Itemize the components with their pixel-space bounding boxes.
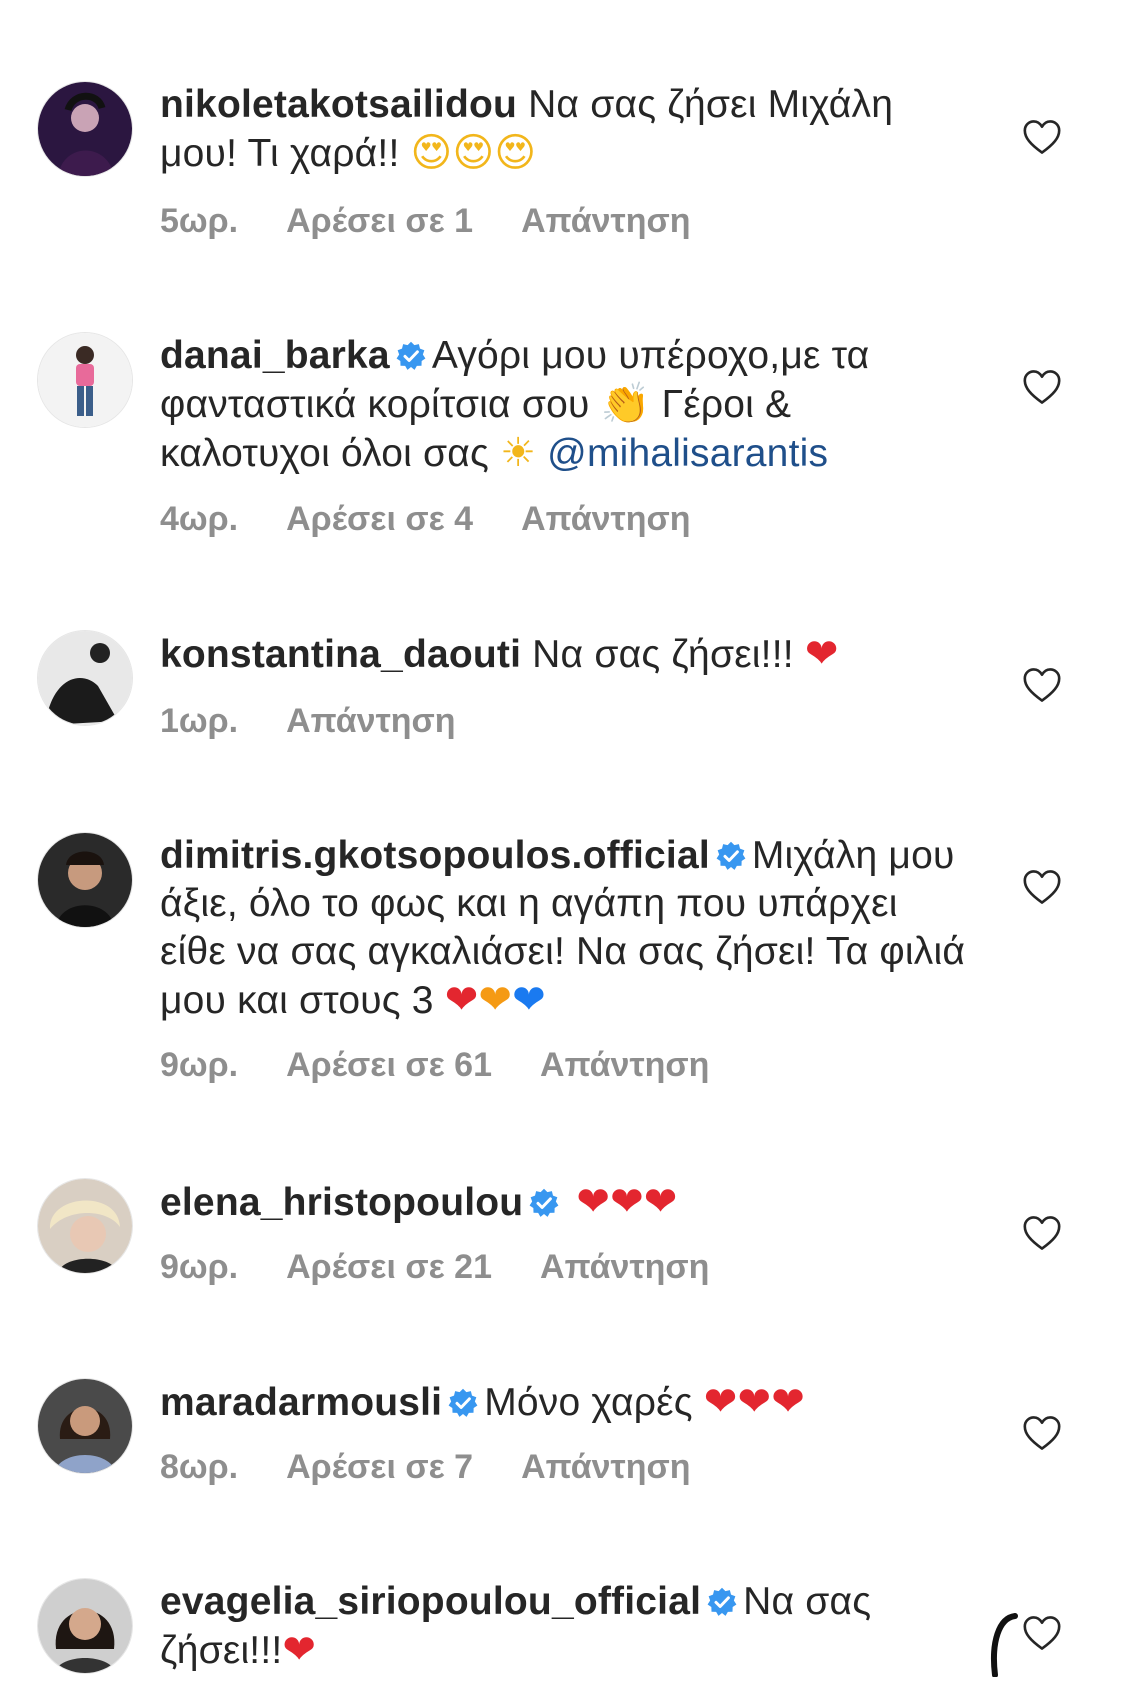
like-heart-icon[interactable]	[1022, 1415, 1062, 1451]
avatar[interactable]	[37, 81, 133, 177]
timestamp: 9ωρ.	[160, 1248, 239, 1286]
avatar[interactable]	[37, 1378, 133, 1474]
like-heart-icon[interactable]	[1022, 1615, 1062, 1651]
username-link[interactable]: nikoletakotsailidou	[160, 83, 517, 126]
verified-badge-icon	[448, 1388, 478, 1418]
timestamp: 5ωρ.	[160, 202, 239, 240]
username-link[interactable]: danai_barka	[160, 334, 390, 377]
likes-count-link[interactable]: Αρέσει σε 7	[286, 1448, 473, 1486]
verified-badge-icon	[529, 1188, 559, 1218]
username-link[interactable]: maradarmousli	[160, 1381, 442, 1424]
username-link[interactable]: konstantina_daouti	[160, 633, 521, 676]
reply-button[interactable]: Απάντηση	[521, 202, 690, 240]
comment-body: Να σας ζήσει!!!	[521, 633, 805, 676]
avatar[interactable]	[37, 832, 133, 928]
red-heart-emoji: ❤	[444, 977, 479, 1023]
avatar[interactable]	[37, 630, 133, 726]
mention-link[interactable]: @mihalisarantis	[536, 432, 828, 475]
avatar[interactable]	[37, 1578, 133, 1674]
likes-count-link[interactable]: Αρέσει σε 61	[286, 1046, 492, 1084]
verified-badge-icon	[716, 841, 746, 871]
likes-count-link[interactable]: Αρέσει σε 1	[286, 202, 473, 240]
comment-meta: 4ωρ. Αρέσει σε 4 Απάντηση	[160, 500, 739, 539]
timestamp: 1ωρ.	[160, 702, 239, 740]
red-heart-emoji: ❤	[282, 1627, 317, 1673]
blue-heart-emoji: ❤	[512, 977, 546, 1023]
username-link[interactable]: evagelia_siriopoulou_official	[160, 1580, 701, 1623]
reply-button[interactable]: Απάντηση	[521, 500, 690, 538]
comment-text: elena_hristopoulou ❤❤❤	[160, 1178, 970, 1227]
pen-scribble-mark	[985, 1612, 1025, 1678]
comment-meta: 9ωρ. Αρέσει σε 21 Απάντηση	[160, 1248, 757, 1287]
avatar[interactable]	[37, 1178, 133, 1274]
clapping-emoji: 👏	[600, 381, 651, 427]
red-heart-emoji: ❤❤❤	[576, 1179, 678, 1225]
reply-button[interactable]: Απάντηση	[540, 1248, 709, 1286]
comment-meta: 9ωρ. Αρέσει σε 61 Απάντηση	[160, 1046, 757, 1085]
timestamp: 4ωρ.	[160, 500, 239, 538]
avatar[interactable]	[37, 332, 133, 428]
heart-eyes-emoji: 😍😍😍	[410, 130, 537, 176]
comment-text: danai_barka Αγόρι μου υπέροχο,με τα φαντα…	[160, 332, 970, 478]
comment-meta: 5ωρ. Αρέσει σε 1 Απάντηση	[160, 202, 739, 241]
verified-badge-icon	[396, 341, 426, 371]
username-link[interactable]: dimitris.gkotsopoulos.official	[160, 834, 710, 877]
comment-body: Μόνο χαρές	[484, 1381, 704, 1424]
comment-text: maradarmousli Μόνο χαρές ❤❤❤	[160, 1378, 970, 1427]
comment-meta: 8ωρ. Αρέσει σε 7 Απάντηση	[160, 1448, 739, 1487]
comment-text: nikoletakotsailidou Να σας ζήσει Μιχάλη …	[160, 81, 970, 178]
like-heart-icon[interactable]	[1022, 369, 1062, 405]
reply-button[interactable]: Απάντηση	[540, 1046, 709, 1084]
likes-count-link[interactable]: Αρέσει σε 4	[286, 500, 473, 538]
timestamp: 8ωρ.	[160, 1448, 239, 1486]
red-heart-emoji: ❤❤❤	[703, 1379, 805, 1425]
red-heart-emoji: ❤	[804, 631, 839, 677]
sun-emoji: ☀	[500, 430, 537, 476]
username-link[interactable]: elena_hristopoulou	[160, 1181, 523, 1224]
like-heart-icon[interactable]	[1022, 667, 1062, 703]
timestamp: 9ωρ.	[160, 1046, 239, 1084]
comment-meta: 1ωρ. Απάντηση	[160, 702, 504, 741]
comment-text: evagelia_siriopoulou_official Να σας ζήσε…	[160, 1578, 970, 1675]
reply-button[interactable]: Απάντηση	[286, 702, 455, 740]
comment-text: konstantina_daouti Να σας ζήσει!!! ❤	[160, 630, 970, 679]
like-heart-icon[interactable]	[1022, 1215, 1062, 1251]
comment-text: dimitris.gkotsopoulos.official Μιχάλη μου…	[160, 832, 970, 1025]
like-heart-icon[interactable]	[1022, 119, 1062, 155]
verified-badge-icon	[707, 1587, 737, 1617]
likes-count-link[interactable]: Αρέσει σε 21	[286, 1248, 492, 1286]
comment-body	[565, 1181, 576, 1224]
like-heart-icon[interactable]	[1022, 869, 1062, 905]
reply-button[interactable]: Απάντηση	[521, 1448, 690, 1486]
orange-heart-emoji: ❤	[478, 977, 513, 1023]
